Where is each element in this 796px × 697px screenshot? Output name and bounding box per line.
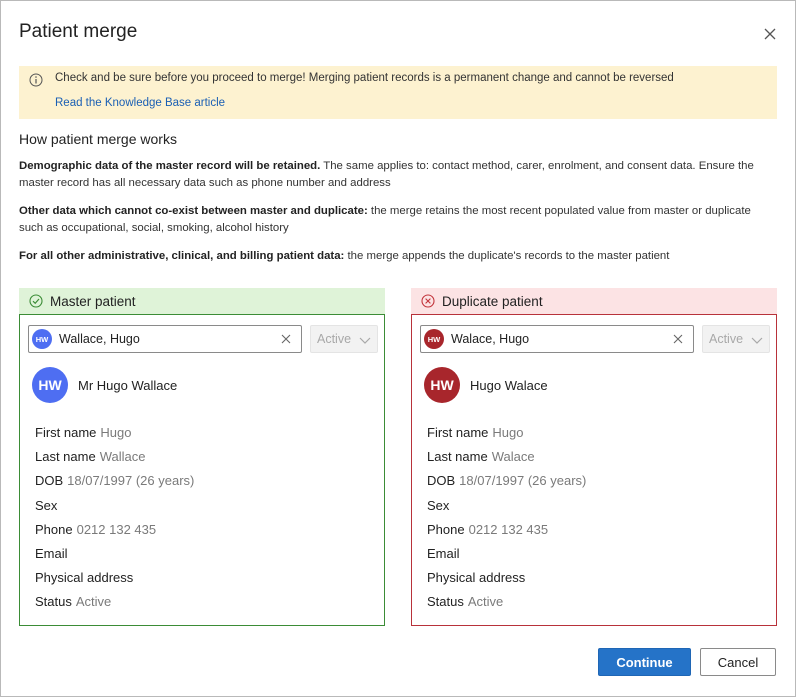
- master-phone-row: Phone 0212 132 435: [35, 522, 194, 546]
- duplicate-dob-row: DOB 18/07/1997 (26 years): [427, 473, 586, 497]
- how-merge-works-heading: How patient merge works: [19, 131, 177, 147]
- field-value: Active: [467, 594, 504, 610]
- field-value: Active: [75, 594, 112, 610]
- field-value: 18/07/1997 (26 years): [459, 473, 587, 489]
- duplicate-details: First name Hugo Last name Walace DOB 18/07/…: [427, 425, 586, 619]
- duplicate-sex-row: Sex: [427, 498, 586, 522]
- master-status-select-value: Active: [317, 332, 352, 346]
- clear-icon[interactable]: [279, 332, 293, 346]
- patient-merge-dialog: Patient merge Check and be sure before y…: [0, 0, 796, 697]
- duplicate-first-name-row: First name Hugo: [427, 425, 586, 449]
- master-patient-search[interactable]: HW: [28, 325, 302, 353]
- field-label: Email: [427, 545, 460, 561]
- merge-rule-append-text: the merge appends the duplicate's record…: [344, 250, 670, 262]
- master-full-name: Mr Hugo Wallace: [78, 378, 178, 393]
- duplicate-patient-title: Duplicate patient: [442, 293, 543, 309]
- field-label: Physical address: [427, 570, 526, 586]
- master-patient-header: Master patient: [19, 288, 385, 314]
- duplicate-email-row: Email: [427, 546, 586, 570]
- field-label: First name: [427, 425, 489, 440]
- duplicate-last-name-row: Last name Walace: [427, 449, 586, 473]
- continue-button[interactable]: Continue: [598, 648, 691, 676]
- merge-rule-coexist-bold: Other data which cannot co-exist between…: [19, 205, 368, 217]
- master-search-input[interactable]: [59, 332, 269, 346]
- field-label: Physical address: [35, 570, 134, 586]
- merge-rule-append-bold: For all other administrative, clinical, …: [19, 250, 345, 262]
- field-value: 0212 132 435: [76, 521, 157, 537]
- field-label: First name: [35, 425, 97, 440]
- dialog-title: Patient merge: [19, 21, 138, 42]
- master-last-name-row: Last name Wallace: [35, 449, 194, 473]
- master-address-row: Physical address: [35, 570, 194, 594]
- duplicate-status-select-value: Active: [709, 332, 744, 346]
- duplicate-avatar: HW: [424, 367, 460, 403]
- check-circle-icon: [29, 294, 43, 308]
- merge-rule-coexist: Other data which cannot co-exist between…: [19, 203, 777, 237]
- duplicate-address-row: Physical address: [427, 570, 586, 594]
- field-value: 18/07/1997 (26 years): [67, 473, 195, 489]
- duplicate-search-input[interactable]: [451, 332, 661, 346]
- merge-rule-append: For all other administrative, clinical, …: [19, 248, 777, 265]
- master-status-select[interactable]: Active: [310, 325, 378, 353]
- field-value: Wallace: [99, 449, 146, 465]
- duplicate-patient-panel: HW Active HW Hugo Walace First nameHugo …: [411, 314, 777, 626]
- master-details: First name Hugo Last name Wallace DOB 18/07…: [35, 425, 194, 619]
- master-first-name-row: First name Hugo: [35, 425, 194, 449]
- duplicate-search-avatar: HW: [424, 329, 444, 349]
- duplicate-status-select[interactable]: Active: [702, 325, 770, 353]
- field-label: Phone: [427, 521, 465, 537]
- field-label: Phone: [35, 521, 73, 537]
- duplicate-status-row: Status Active: [427, 594, 586, 618]
- master-sex-row: Sex: [35, 498, 194, 522]
- field-value: Hugo: [492, 425, 524, 440]
- x-circle-icon: [421, 294, 435, 308]
- master-email-row: Email: [35, 546, 194, 570]
- field-label: DOB: [427, 473, 456, 489]
- field-label: Last name: [427, 449, 488, 465]
- info-icon: [29, 73, 43, 92]
- field-label: Status: [427, 594, 464, 610]
- close-icon[interactable]: [759, 23, 781, 45]
- master-patient-panel: HW Active HW Mr Hugo Wallace First nameH…: [19, 314, 385, 626]
- master-search-avatar: HW: [32, 329, 52, 349]
- duplicate-phone-row: Phone 0212 132 435: [427, 522, 586, 546]
- field-label: Status: [35, 594, 72, 610]
- merge-warning-banner: Check and be sure before you proceed to …: [19, 66, 777, 119]
- warning-message: Check and be sure before you proceed to …: [55, 72, 674, 84]
- field-label: Sex: [427, 497, 450, 513]
- merge-rule-demographic-bold: Demographic data of the master record wi…: [19, 160, 321, 172]
- chevron-down-icon: [359, 334, 371, 348]
- duplicate-full-name: Hugo Walace: [470, 378, 548, 393]
- knowledge-base-link[interactable]: Read the Knowledge Base article: [55, 97, 225, 109]
- field-value: Walace: [491, 449, 535, 465]
- duplicate-patient-search[interactable]: HW: [420, 325, 694, 353]
- field-label: Email: [35, 545, 68, 561]
- field-value: Hugo: [100, 425, 132, 440]
- master-status-row: Status Active: [35, 594, 194, 618]
- clear-icon[interactable]: [671, 332, 685, 346]
- chevron-down-icon: [751, 334, 763, 348]
- duplicate-patient-header: Duplicate patient: [411, 288, 777, 314]
- field-label: Sex: [35, 497, 58, 513]
- master-patient-title: Master patient: [50, 293, 136, 309]
- merge-rule-demographic: Demographic data of the master record wi…: [19, 158, 777, 192]
- cancel-button[interactable]: Cancel: [700, 648, 776, 676]
- master-dob-row: DOB 18/07/1997 (26 years): [35, 473, 194, 497]
- field-value: 0212 132 435: [468, 521, 549, 537]
- field-label: Last name: [35, 449, 96, 465]
- master-avatar: HW: [32, 367, 68, 403]
- field-label: DOB: [35, 473, 64, 489]
